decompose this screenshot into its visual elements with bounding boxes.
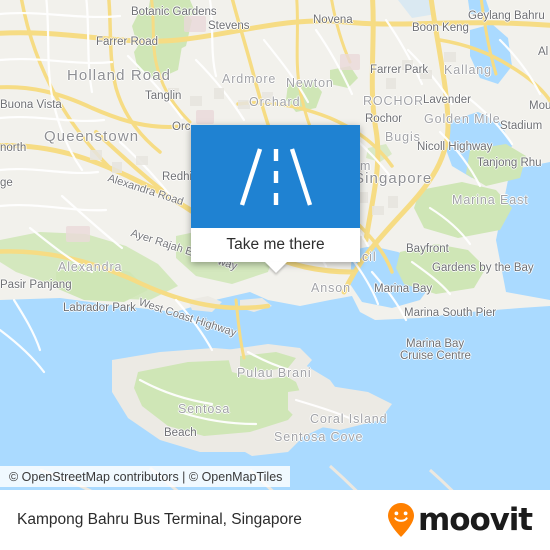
take-me-there-popup[interactable]: Take me there xyxy=(191,125,360,273)
moovit-wordmark: moovit xyxy=(418,501,533,538)
footer-bar: Kampong Bahru Bus Terminal, Singapore mo… xyxy=(0,490,550,550)
moovit-pin-icon xyxy=(388,503,415,537)
map-canvas[interactable]: Botanic Gardens Stevens Novena Geylang Bahr… xyxy=(0,0,550,490)
popup-icon-header xyxy=(191,125,360,228)
take-me-there-label: Take me there xyxy=(226,236,325,253)
attribution-text: © OpenStreetMap contributors | © OpenMap… xyxy=(9,469,283,484)
road-icon xyxy=(239,147,312,206)
popup-action-row[interactable]: Take me there xyxy=(191,228,360,262)
moovit-logo: moovit xyxy=(387,501,533,538)
popup-tail xyxy=(264,262,287,273)
location-title: Kampong Bahru Bus Terminal, Singapore xyxy=(17,511,302,528)
map-attribution: © OpenStreetMap contributors | © OpenMap… xyxy=(0,466,291,487)
moovit-map-screenshot: Botanic Gardens Stevens Novena Geylang Bahr… xyxy=(0,0,550,550)
